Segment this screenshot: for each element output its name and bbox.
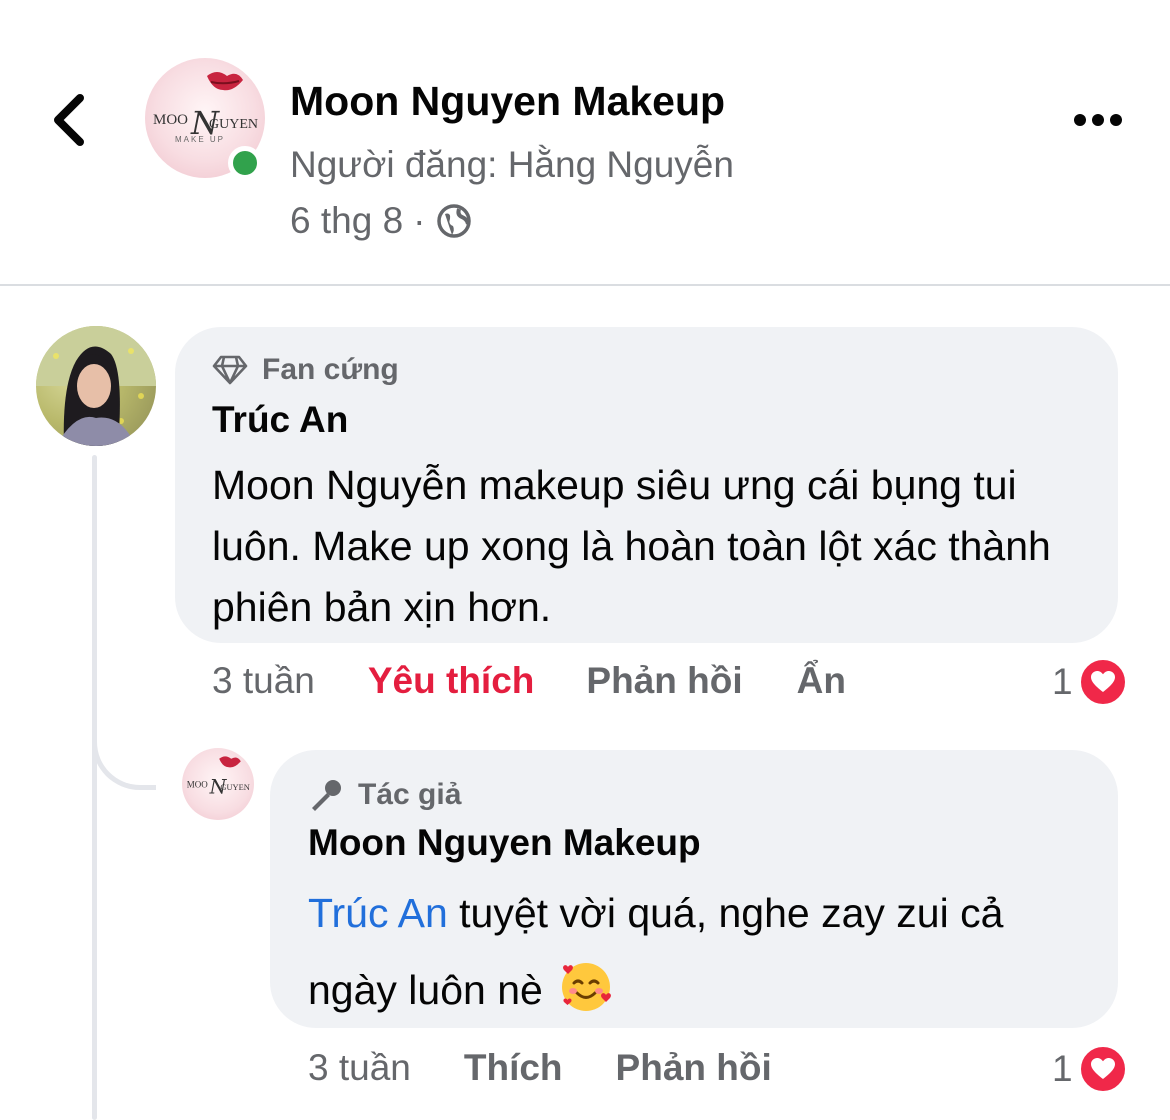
page-name[interactable]: Moon Nguyen Makeup [290,78,725,125]
microphone-icon [312,780,341,811]
svg-text:GUYEN: GUYEN [209,117,258,132]
reaction-summary[interactable]: 1 [1052,1043,1129,1095]
posted-by: Người đăng: Hằng Nguyễn [290,144,734,185]
back-button[interactable] [40,88,100,152]
svg-text:GUYEN: GUYEN [220,783,249,792]
post-date[interactable]: 6 thg 8 [290,200,403,242]
like-button[interactable]: Yêu thích [368,660,535,702]
reaction-count: 1 [1052,661,1073,702]
author-badge[interactable]: Tác giả [308,777,461,813]
comment-actions: 3 tuần Yêu thích Phản hồi Ẩn [212,660,846,702]
thread-line [92,455,97,1120]
reaction-count: 1 [1052,1048,1073,1089]
header-divider [0,284,1170,286]
online-status-dot [228,146,262,180]
more-horizontal-icon [1074,114,1122,126]
commenter-avatar[interactable] [36,326,156,446]
heart-icon [1076,656,1129,708]
globe-icon [437,204,472,238]
reply-author-avatar[interactable]: MOO N GUYEN [182,748,254,820]
reply-actions: 3 tuần Thích Phản hồi [308,1047,772,1089]
comment-time[interactable]: 3 tuần [212,660,315,702]
svg-text:MAKE UP: MAKE UP [175,135,225,144]
badge-label: Tác giả [358,778,462,811]
like-button[interactable]: Thích [464,1047,563,1089]
hide-button[interactable]: Ẩn [797,660,846,702]
more-options-button[interactable] [1068,100,1128,140]
reply-button[interactable]: Phản hồi [616,1047,772,1089]
thread-connector [92,690,156,790]
badge-label: Fan cứng [262,353,399,386]
reaction-summary[interactable]: 1 [1052,656,1129,708]
svg-text:MOO: MOO [187,780,209,790]
reply-time[interactable]: 3 tuần [308,1047,411,1089]
diamond-icon [212,355,248,385]
reply-author[interactable]: Moon Nguyen Makeup [308,822,701,864]
smiling-face-with-hearts-icon [562,963,612,1011]
reply-button[interactable]: Phản hồi [586,660,742,702]
heart-icon [1076,1043,1129,1095]
reply-text: Trúc An tuyệt vời quá, nghe zay zui cả n… [308,875,1098,1029]
svg-text:MOO: MOO [153,112,188,128]
comment-author[interactable]: Trúc An [212,399,348,441]
comment-text: Moon Nguyễn makeup siêu ưng cái bụng tui… [212,462,1051,630]
chevron-left-icon [54,94,84,146]
fan-badge[interactable]: Fan cứng [212,353,399,387]
meta-separator: · [413,200,426,241]
post-meta: 6 thg 8 · [290,200,473,242]
mention-link[interactable]: Trúc An [308,890,448,936]
